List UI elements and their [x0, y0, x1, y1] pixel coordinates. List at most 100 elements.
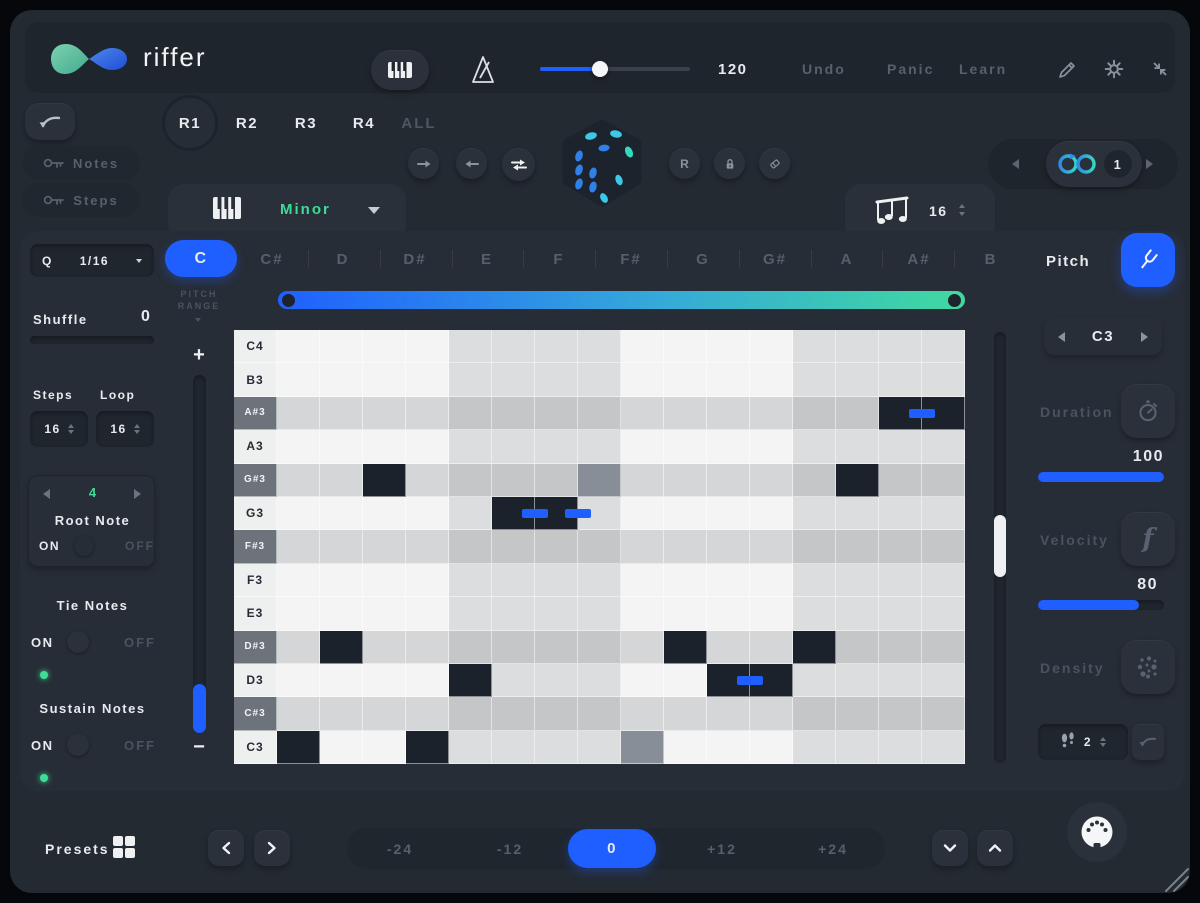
grid-cell[interactable] — [492, 397, 535, 430]
grid-cell[interactable] — [578, 330, 621, 363]
velocity-marker[interactable] — [737, 676, 763, 685]
grid-cell[interactable] — [492, 664, 535, 697]
grid-cell[interactable] — [879, 631, 922, 664]
grid-cell[interactable] — [406, 597, 449, 630]
grid-cell[interactable] — [836, 497, 879, 530]
gear-icon[interactable] — [1103, 58, 1125, 80]
grid-cell[interactable] — [707, 697, 750, 730]
grid-cell[interactable] — [836, 631, 879, 664]
grid-cell[interactable] — [750, 631, 793, 664]
note-prev-button[interactable] — [1058, 332, 1065, 342]
grid-cell[interactable] — [277, 430, 320, 463]
grid-cell[interactable] — [363, 397, 406, 430]
grid-cell[interactable] — [879, 430, 922, 463]
steps-stepper[interactable]: 16 — [30, 411, 88, 447]
grid-cell[interactable] — [449, 697, 492, 730]
grid-cell[interactable] — [320, 731, 363, 764]
grid-cell[interactable] — [621, 631, 664, 664]
velocity-slider[interactable] — [1038, 600, 1164, 610]
grid-cell[interactable] — [535, 530, 578, 563]
grid-cell[interactable] — [492, 363, 535, 396]
tempo-slider[interactable] — [540, 67, 690, 71]
grid-cell[interactable] — [879, 697, 922, 730]
note-key[interactable]: F — [534, 248, 584, 270]
grid-cell[interactable] — [320, 430, 363, 463]
grid-cell[interactable] — [578, 631, 621, 664]
grid-cell[interactable] — [621, 397, 664, 430]
grid-cell[interactable] — [449, 564, 492, 597]
grid-cell[interactable] — [492, 464, 535, 497]
root-next-button[interactable] — [134, 489, 141, 499]
duration-button[interactable] — [1121, 384, 1175, 438]
grid-cell[interactable] — [750, 464, 793, 497]
note-key[interactable]: F# — [606, 248, 656, 270]
step-walk-stepper[interactable]: 2 — [1038, 724, 1128, 760]
grid-cell[interactable] — [922, 330, 965, 363]
grid-cell[interactable] — [793, 697, 836, 730]
grid-cell[interactable] — [277, 363, 320, 396]
grid-cell[interactable] — [707, 564, 750, 597]
lock-notes-pill[interactable]: Notes — [22, 146, 140, 180]
grid-cell[interactable] — [277, 530, 320, 563]
grid-cell[interactable] — [793, 530, 836, 563]
grid-cell[interactable] — [535, 430, 578, 463]
grid-cell[interactable] — [621, 464, 664, 497]
note-key-c-selected[interactable]: C — [165, 240, 237, 277]
pencil-icon[interactable] — [1056, 57, 1080, 81]
grid-cell[interactable] — [879, 664, 922, 697]
range-handle-right[interactable] — [948, 294, 961, 307]
stepper-down-icon[interactable] — [134, 430, 140, 434]
grid-cell[interactable] — [793, 430, 836, 463]
grid-cell[interactable] — [707, 330, 750, 363]
grid-cell[interactable] — [836, 664, 879, 697]
grid-cell[interactable] — [922, 731, 965, 764]
grid-cell[interactable] — [750, 430, 793, 463]
grid-cell[interactable] — [406, 697, 449, 730]
note-cell[interactable] — [406, 731, 449, 764]
grid-cell[interactable] — [535, 664, 578, 697]
note-key[interactable]: A — [822, 248, 872, 270]
grid-cell[interactable] — [836, 363, 879, 396]
grid-cell[interactable] — [320, 597, 363, 630]
grid-cell[interactable] — [879, 530, 922, 563]
grid-cell[interactable] — [449, 430, 492, 463]
grid-cell[interactable] — [406, 330, 449, 363]
grid-cell[interactable] — [320, 664, 363, 697]
grid-cell[interactable] — [492, 530, 535, 563]
grid-cell[interactable] — [363, 731, 406, 764]
note-key[interactable]: C# — [247, 248, 297, 270]
grid-cell[interactable] — [535, 564, 578, 597]
grid-cell[interactable] — [492, 631, 535, 664]
grid-cell[interactable] — [449, 464, 492, 497]
prev-riff-button[interactable] — [208, 830, 244, 866]
quantize-dropdown[interactable]: Q 1/16 — [30, 244, 154, 277]
grid-cell[interactable] — [363, 363, 406, 396]
note-key[interactable]: E — [462, 248, 512, 270]
grid-cell[interactable] — [879, 330, 922, 363]
note-cell[interactable] — [363, 464, 406, 497]
grid-cell[interactable] — [320, 530, 363, 563]
note-cell[interactable] — [793, 631, 836, 664]
loop-stepper[interactable]: 16 — [96, 411, 154, 447]
velocity-button[interactable]: f — [1121, 512, 1175, 566]
grid-scrollbar-handle[interactable] — [994, 515, 1006, 577]
grid-cell[interactable] — [492, 697, 535, 730]
grid-cell[interactable] — [578, 530, 621, 563]
grid-cell[interactable] — [535, 464, 578, 497]
grid-cell[interactable] — [750, 597, 793, 630]
grid-cell[interactable] — [578, 731, 621, 764]
ghost-cell[interactable] — [578, 464, 621, 497]
grid-cell[interactable] — [750, 330, 793, 363]
grid-cell[interactable] — [922, 664, 965, 697]
riff-tab-r3[interactable]: R3 — [286, 113, 326, 133]
grid-cell[interactable] — [664, 597, 707, 630]
transpose-option[interactable]: +24 — [798, 828, 868, 869]
grid-cell[interactable] — [879, 497, 922, 530]
grid-cell[interactable] — [621, 664, 664, 697]
grid-cell[interactable] — [320, 497, 363, 530]
velocity-marker[interactable] — [522, 509, 548, 518]
grid-cell[interactable] — [793, 397, 836, 430]
grid-cell[interactable] — [621, 497, 664, 530]
grid-cell[interactable] — [277, 631, 320, 664]
note-cell[interactable] — [320, 631, 363, 664]
